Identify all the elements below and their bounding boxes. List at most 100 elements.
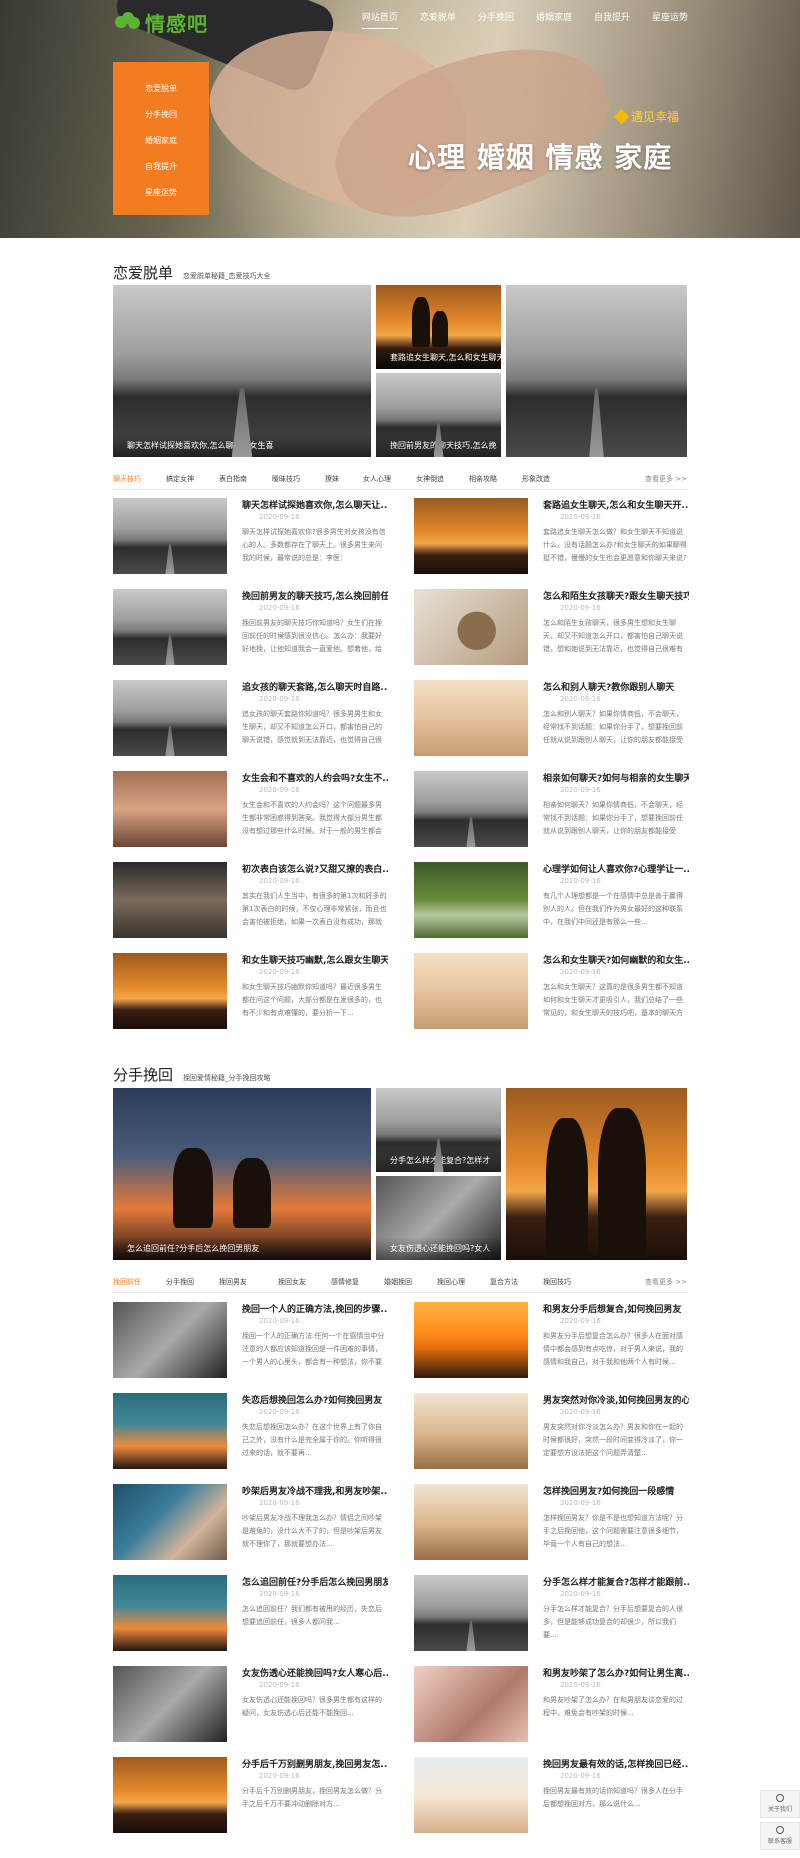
article-title[interactable]: 怎样挽回男友?如何挽回一段感情 [543,1484,689,1497]
article-item[interactable]: 怎么和陌生女孩聊天?跟女生聊天技巧 2020-09-16 怎么和陌生女孩聊天，很多男… [414,589,689,665]
article-item[interactable]: 怎么追回前任?分手后怎么挽回男朋友 2020-09-16 怎么追回前任？我们都有被甩… [113,1575,388,1651]
article-title[interactable]: 分手怎么样才能复合?怎样才能跟前... [543,1575,689,1588]
article-thumbnail[interactable] [113,1302,227,1378]
article-title[interactable]: 追女孩的聊天套路,怎么聊天时自路... [242,680,388,693]
side-tool-about[interactable]: 关于我们 [760,1790,800,1818]
featured-card[interactable]: 套路追女生聊天,怎么和女生聊天 [376,285,501,369]
article-thumbnail[interactable] [414,1484,528,1560]
article-title[interactable]: 相亲如何聊天?如何与相亲的女生聊天 [543,771,689,784]
tab-item[interactable]: 女人心理 [363,474,391,484]
featured-card[interactable]: 挽回前男友的聊天技巧,怎么挽 [376,373,501,457]
featured-card[interactable] [506,285,687,457]
side-menu-item[interactable]: 婚姻家庭 [113,128,209,154]
article-item[interactable]: 和女生聊天技巧幽默,怎么跟女生聊天 2020-09-16 和女生聊天技巧幽默你知道吗… [113,953,388,1029]
article-thumbnail[interactable] [113,589,227,665]
featured-card[interactable] [506,1088,687,1260]
article-thumbnail[interactable] [113,1757,227,1833]
article-thumbnail[interactable] [414,1666,528,1742]
article-item[interactable]: 女生会和不喜欢的人约会吗?女生不... 2020-09-16 女生会和不喜欢的人约会… [113,771,388,847]
article-item[interactable]: 挽回一个人的正确方法,挽回的步骤... 2020-09-16 挽回一个人的正确方法:… [113,1302,388,1378]
article-thumbnail[interactable] [113,498,227,574]
article-title[interactable]: 和女生聊天技巧幽默,怎么跟女生聊天 [242,953,388,966]
more-link[interactable]: 查看更多 >> [645,474,687,484]
tab-item[interactable]: 挽回前任 [113,1277,141,1287]
article-title[interactable]: 怎么和别人聊天?教你跟别人聊天 [543,680,689,693]
tab-item[interactable]: 形象改造 [522,474,550,484]
article-thumbnail[interactable] [113,1575,227,1651]
article-title[interactable]: 挽回前男友的聊天技巧,怎么挽回前任 [242,589,388,602]
featured-card[interactable]: 怎么追回前任?分手后怎么挽回男朋友 [113,1088,371,1260]
article-item[interactable]: 追女孩的聊天套路,怎么聊天时自路... 2020-09-16 追女孩的聊天套路你知道… [113,680,388,756]
featured-card[interactable]: 聊天怎样试探她喜欢你,怎么聊天让女生喜 [113,285,371,457]
tab-item[interactable]: 分手挽回 [166,1277,194,1287]
article-item[interactable]: 怎么和别人聊天?教你跟别人聊天 2020-09-16 怎么和别人聊天？如果你情商低，… [414,680,689,756]
article-thumbnail[interactable] [113,680,227,756]
article-thumbnail[interactable] [414,680,528,756]
article-title[interactable]: 聊天怎样试探她喜欢你,怎么聊天让... [242,498,388,511]
article-item[interactable]: 相亲如何聊天?如何与相亲的女生聊天 2020-09-16 相亲如何聊天？如果你情商低… [414,771,689,847]
side-menu-item[interactable]: 星座运势 [113,180,209,206]
article-title[interactable]: 和男友吵架了怎么办?如何让男生离... [543,1666,689,1679]
article-title[interactable]: 挽回男友最有效的话,怎样挽回已经... [543,1757,689,1770]
article-thumbnail[interactable] [414,1302,528,1378]
tab-item[interactable]: 暧昧技巧 [272,474,300,484]
article-thumbnail[interactable] [414,589,528,665]
article-title[interactable]: 套路追女生聊天,怎么和女生聊天开... [543,498,689,511]
article-item[interactable]: 心理学如何让人喜欢你?心理学让一... 2020-09-16 有几个人理想都是一个在… [414,862,689,938]
article-title[interactable]: 女友伤透心还能挽回吗?女人寒心后... [242,1666,388,1679]
side-menu-item[interactable]: 分手挽回 [113,102,209,128]
article-item[interactable]: 失恋后想挽回怎么办?如何挽回男友 2020-09-16 失恋后想挽回怎么办？在这个世… [113,1393,388,1469]
article-title[interactable]: 怎么追回前任?分手后怎么挽回男朋友 [242,1575,388,1588]
side-menu-item[interactable]: 恋爱脱单 [113,76,209,102]
article-title[interactable]: 吵架后男友冷战不理我,和男友吵架... [242,1484,388,1497]
tab-item[interactable]: 复合方法 [490,1277,518,1287]
article-item[interactable]: 女友伤透心还能挽回吗?女人寒心后... 2020-09-16 女友伤透心还能挽回吗？… [113,1666,388,1742]
article-title[interactable]: 分手后千万别删男朋友,挽回男友怎... [242,1757,388,1770]
article-thumbnail[interactable] [113,771,227,847]
article-thumbnail[interactable] [113,1393,227,1469]
article-title[interactable]: 失恋后想挽回怎么办?如何挽回男友 [242,1393,388,1406]
tab-item[interactable]: 表白指南 [219,474,247,484]
tab-item[interactable]: 挽回男友 [219,1277,247,1287]
nav-item-marriage[interactable]: 婚姻家庭 [536,10,572,29]
nav-item-horoscope[interactable]: 星座运势 [652,10,688,29]
nav-item-breakup[interactable]: 分手挽回 [478,10,514,29]
article-thumbnail[interactable] [414,498,528,574]
tab-item[interactable]: 撩妹 [325,474,339,484]
featured-card[interactable]: 女友伤透心还能挽回吗?女人 [376,1176,501,1260]
nav-item-love[interactable]: 恋爱脱单 [420,10,456,29]
article-item[interactable]: 分手后千万别删男朋友,挽回男友怎... 2020-09-16 分手后千万别删男朋友，… [113,1757,388,1833]
side-tool-service[interactable]: 联系客服 [760,1822,800,1850]
side-menu-item[interactable]: 自我提升 [113,154,209,180]
article-item[interactable]: 怎么和女生聊天?如何幽默的和女生... 2020-09-16 怎么和女生聊天？这真的… [414,953,689,1029]
tab-item[interactable]: 相亲攻略 [469,474,497,484]
article-title[interactable]: 怎么和女生聊天?如何幽默的和女生... [543,953,689,966]
article-item[interactable]: 吵架后男友冷战不理我,和男友吵架... 2020-09-16 吵架后男友冷战不理我怎… [113,1484,388,1560]
article-item[interactable]: 和男友吵架了怎么办?如何让男生离... 2020-09-16 和男友吵架了怎么办？在… [414,1666,689,1742]
article-item[interactable]: 挽回男友最有效的话,怎样挽回已经... 2020-09-16 挽回男友最有效的话你知… [414,1757,689,1833]
tab-item[interactable]: 挽回技巧 [543,1277,571,1287]
nav-item-home[interactable]: 网站首页 [361,10,398,29]
tab-item[interactable]: 聊天技巧 [113,474,141,484]
tab-item[interactable]: 婚姻挽回 [384,1277,412,1287]
article-thumbnail[interactable] [414,1757,528,1833]
article-item[interactable]: 挽回前男友的聊天技巧,怎么挽回前任 2020-09-16 挽回前男友的聊天技巧你知道… [113,589,388,665]
article-item[interactable]: 男友突然对你冷淡,如何挽回男友的心 2020-09-16 男友突然对你冷淡怎么办？男… [414,1393,689,1469]
article-thumbnail[interactable] [113,1484,227,1560]
tab-item[interactable]: 搞定女神 [166,474,194,484]
tab-item[interactable]: 女神倒追 [416,474,444,484]
more-link[interactable]: 查看更多 >> [645,1277,687,1287]
site-logo[interactable]: 情感吧 [115,8,208,37]
article-thumbnail[interactable] [414,1575,528,1651]
article-item[interactable]: 聊天怎样试探她喜欢你,怎么聊天让... 2020-09-16 聊天怎样试探她喜欢你?… [113,498,388,574]
article-item[interactable]: 怎样挽回男友?如何挽回一段感情 2020-09-16 怎样挽回男友？你是不是也想知道… [414,1484,689,1560]
tab-item[interactable]: 挽回心理 [437,1277,465,1287]
article-thumbnail[interactable] [113,862,227,938]
article-thumbnail[interactable] [113,953,227,1029]
tab-item[interactable]: 感情修复 [331,1277,359,1287]
article-item[interactable]: 套路追女生聊天,怎么和女生聊天开... 2020-09-16 套路追女生聊天怎么做？… [414,498,689,574]
article-title[interactable]: 初次表白该怎么说?又甜又撩的表白... [242,862,388,875]
tab-item[interactable]: 挽回女友 [278,1277,306,1287]
article-title[interactable]: 男友突然对你冷淡,如何挽回男友的心 [543,1393,689,1406]
article-item[interactable]: 初次表白该怎么说?又甜又撩的表白... 2020-09-16 其实在我们人生当中，有… [113,862,388,938]
